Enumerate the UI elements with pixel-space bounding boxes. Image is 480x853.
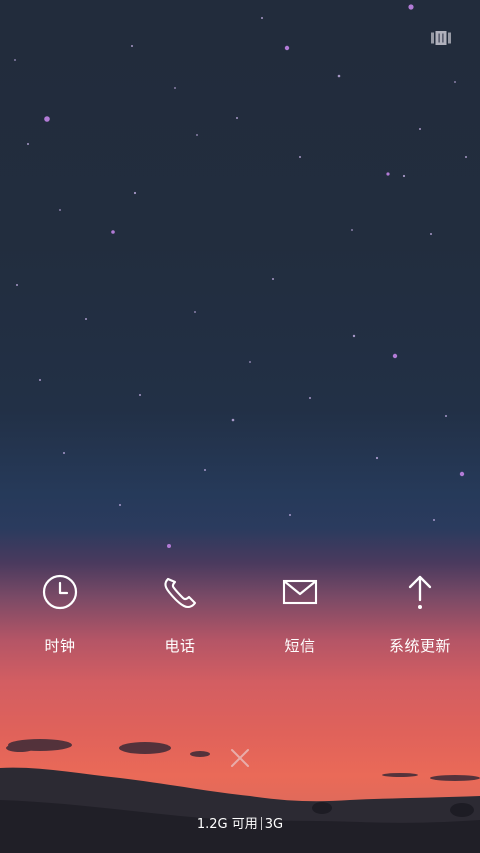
close-icon[interactable] <box>226 744 254 772</box>
card-stack-icon[interactable] <box>431 31 451 45</box>
app-sms[interactable]: 短信 <box>240 565 360 665</box>
memory-available-text: 1.2G 可用 <box>196 817 258 832</box>
memory-status: 1.2G 可用 3G <box>0 816 480 834</box>
separator <box>260 817 262 830</box>
phone-icon <box>164 577 197 609</box>
clock-icon <box>42 574 78 610</box>
network-type-text: 3G <box>264 817 284 832</box>
starfield-background <box>14 4 467 548</box>
app-label: 系统更新 <box>388 637 451 655</box>
recent-apps-row: 时钟 电话 短信 系统更新 <box>0 565 480 665</box>
app-label: 电话 <box>164 637 196 655</box>
app-system-update[interactable]: 系统更新 <box>360 565 480 665</box>
envelope-icon <box>282 579 318 605</box>
app-clock[interactable]: 时钟 <box>0 565 120 665</box>
app-label: 短信 <box>284 637 316 655</box>
app-phone[interactable]: 电话 <box>120 565 240 665</box>
arrow-up-icon <box>408 575 432 609</box>
app-label: 时钟 <box>44 637 76 655</box>
